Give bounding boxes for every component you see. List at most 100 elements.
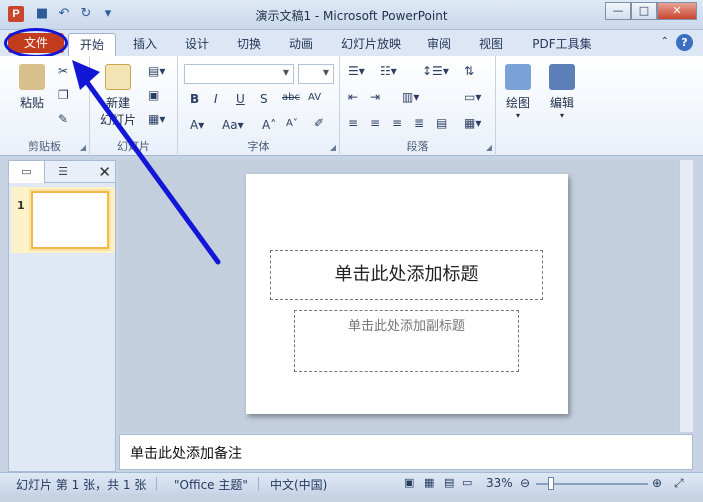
zoom-in-icon[interactable]: ⊕ bbox=[652, 476, 662, 490]
copy-icon[interactable]: ❐ bbox=[58, 88, 69, 102]
grow-font-icon[interactable]: A˄ bbox=[262, 118, 276, 132]
tab-animations[interactable]: 动画 bbox=[280, 33, 322, 56]
align-right-icon[interactable]: ≡ bbox=[392, 116, 402, 130]
char-spacing-icon[interactable]: AV bbox=[308, 92, 321, 103]
font-name-combo[interactable]: ▼ bbox=[184, 64, 294, 84]
fit-window-icon[interactable]: ⤢ bbox=[674, 476, 684, 491]
minimize-button[interactable]: — bbox=[605, 2, 631, 20]
cut-icon[interactable]: ✂ bbox=[58, 64, 68, 78]
find-icon bbox=[549, 64, 575, 90]
group-label-font: 字体 bbox=[247, 140, 270, 153]
outline-tab-icon[interactable]: ☰ bbox=[45, 161, 81, 183]
tab-home[interactable]: 开始 bbox=[68, 33, 116, 56]
title-bar: P ■ ↶ ↻ ▾ 演示文稿1 - Microsoft PowerPoint —… bbox=[0, 0, 703, 30]
shrink-font-icon[interactable]: A˅ bbox=[286, 118, 298, 129]
strikethrough-icon[interactable]: abc bbox=[282, 92, 300, 103]
slide-thumbnail[interactable] bbox=[31, 191, 109, 249]
reset-icon[interactable]: ▣ bbox=[148, 88, 159, 102]
text-direction-icon[interactable]: ⇅ bbox=[464, 64, 474, 78]
group-label-paragraph: 段落 bbox=[406, 140, 429, 153]
window-controls: — □ ✕ bbox=[605, 2, 697, 20]
reading-view-icon[interactable]: ▤ bbox=[444, 476, 454, 489]
slide-canvas[interactable]: 单击此处添加标题 单击此处添加副标题 bbox=[246, 174, 568, 414]
slides-tab-icon[interactable]: ▭ bbox=[9, 161, 45, 183]
group-slides: 新建 幻灯片 ▤▾ ▣ ▦▾ 幻灯片 bbox=[90, 56, 178, 156]
group-drawing: 绘图 ▾ bbox=[496, 56, 540, 156]
justify-icon[interactable]: ≣ bbox=[414, 116, 424, 130]
group-editing: 编辑 ▾ bbox=[540, 56, 584, 156]
align-text-icon[interactable]: ▭▾ bbox=[464, 90, 481, 104]
font-size-combo[interactable]: ▼ bbox=[298, 64, 334, 84]
group-clipboard: 粘贴 ✂ ❐ ✎ 剪贴板 ◢ bbox=[0, 56, 90, 156]
status-bar: 幻灯片 第 1 张，共 1 张 "Office 主题" 中文(中国) ▣ ▦ ▤… bbox=[0, 472, 703, 494]
title-placeholder[interactable]: 单击此处添加标题 bbox=[270, 250, 543, 300]
tab-review[interactable]: 审阅 bbox=[418, 33, 460, 56]
tab-design[interactable]: 设计 bbox=[176, 33, 218, 56]
group-paragraph: ☰▾ ☷▾ ↕☰▾ ⇅ ⇤ ⇥ ▥▾ ▭▾ ≡ ≡ ≡ ≣ ▤ ▦▾ 段落 ◢ bbox=[340, 56, 496, 156]
italic-icon[interactable]: I bbox=[214, 92, 218, 106]
annotation-ring bbox=[4, 28, 68, 58]
underline-icon[interactable]: U bbox=[236, 92, 245, 106]
distribute-icon[interactable]: ▤ bbox=[436, 116, 447, 130]
sorter-view-icon[interactable]: ▦ bbox=[424, 476, 434, 489]
align-center-icon[interactable]: ≡ bbox=[370, 116, 380, 130]
tab-slideshow[interactable]: 幻灯片放映 bbox=[334, 33, 408, 56]
shapes-icon bbox=[505, 64, 531, 90]
language[interactable]: 中文(中国) bbox=[270, 476, 327, 493]
slide-number: 1 bbox=[17, 199, 25, 212]
tab-transitions[interactable]: 切换 bbox=[228, 33, 270, 56]
editing-button[interactable]: 编辑 ▾ bbox=[544, 64, 580, 120]
slideshow-view-icon[interactable]: ▭ bbox=[462, 476, 472, 489]
numbering-icon[interactable]: ☷▾ bbox=[380, 64, 397, 78]
paragraph-launcher-icon[interactable]: ◢ bbox=[486, 143, 492, 152]
tab-pdf-tools[interactable]: PDF工具集 bbox=[524, 33, 600, 56]
layout-icon[interactable]: ▤▾ bbox=[148, 64, 165, 78]
bullets-icon[interactable]: ☰▾ bbox=[348, 64, 365, 78]
subtitle-placeholder[interactable]: 单击此处添加副标题 bbox=[294, 310, 519, 372]
zoom-out-icon[interactable]: ⊖ bbox=[520, 476, 530, 490]
align-left-icon[interactable]: ≡ bbox=[348, 116, 358, 130]
section-icon[interactable]: ▦▾ bbox=[148, 112, 165, 126]
help-icon[interactable]: ? bbox=[676, 34, 693, 51]
dialog-launcher-icon[interactable]: ◢ bbox=[80, 143, 86, 152]
close-button[interactable]: ✕ bbox=[657, 2, 697, 20]
normal-view-icon[interactable]: ▣ bbox=[404, 476, 414, 489]
group-label-clipboard: 剪贴板 bbox=[28, 140, 61, 153]
slide-editing-area: 单击此处添加标题 单击此处添加副标题 bbox=[119, 160, 693, 432]
font-launcher-icon[interactable]: ◢ bbox=[330, 143, 336, 152]
paste-icon bbox=[19, 64, 45, 90]
ribbon: 粘贴 ✂ ❐ ✎ 剪贴板 ◢ 新建 幻灯片 ▤▾ ▣ ▦▾ 幻灯片 ▼ ▼ B … bbox=[0, 56, 703, 156]
tab-insert[interactable]: 插入 bbox=[124, 33, 166, 56]
drawing-button[interactable]: 绘图 ▾ bbox=[500, 64, 536, 120]
slide-info: 幻灯片 第 1 张，共 1 张 bbox=[16, 478, 147, 492]
clear-format-icon[interactable]: ✐ bbox=[314, 116, 324, 130]
paste-button[interactable]: 粘贴 bbox=[14, 64, 50, 111]
minimize-ribbon-icon[interactable]: ⌃ bbox=[661, 36, 669, 47]
slides-panel: ▭ ☰ ✕ 1 bbox=[8, 160, 116, 472]
close-panel-icon[interactable]: ✕ bbox=[98, 163, 111, 181]
smartart-icon[interactable]: ▦▾ bbox=[464, 116, 481, 130]
decrease-indent-icon[interactable]: ⇤ bbox=[348, 90, 358, 104]
notes-pane[interactable]: 单击此处添加备注 bbox=[119, 434, 693, 470]
group-font: ▼ ▼ B I U S abc AV A▾ Aa▾ A˄ A˅ ✐ 字体 ◢ bbox=[178, 56, 340, 156]
shadow-icon[interactable]: S bbox=[260, 92, 268, 106]
increase-indent-icon[interactable]: ⇥ bbox=[370, 90, 380, 104]
format-painter-icon[interactable]: ✎ bbox=[58, 112, 68, 126]
new-slide-button[interactable]: 新建 幻灯片 bbox=[96, 64, 140, 128]
line-spacing-icon[interactable]: ↕☰▾ bbox=[422, 64, 449, 78]
panel-tabs: ▭ ☰ ✕ bbox=[9, 161, 115, 183]
bold-icon[interactable]: B bbox=[190, 92, 199, 106]
tab-view[interactable]: 视图 bbox=[470, 33, 512, 56]
window-title: 演示文稿1 - Microsoft PowerPoint bbox=[255, 9, 448, 23]
change-case-icon[interactable]: Aa▾ bbox=[222, 118, 244, 132]
theme-name: "Office 主题" bbox=[174, 478, 248, 492]
maximize-button[interactable]: □ bbox=[631, 2, 657, 20]
zoom-level[interactable]: 33% bbox=[486, 476, 513, 490]
group-label-slides: 幻灯片 bbox=[117, 140, 150, 153]
ribbon-tabs: 开始 插入 设计 切换 动画 幻灯片放映 审阅 视图 PDF工具集 bbox=[0, 30, 703, 56]
font-color-icon[interactable]: A▾ bbox=[190, 118, 204, 132]
new-slide-icon bbox=[105, 64, 131, 90]
columns-icon[interactable]: ▥▾ bbox=[402, 90, 419, 104]
vertical-scrollbar[interactable] bbox=[679, 160, 693, 432]
zoom-slider-knob[interactable] bbox=[548, 477, 554, 490]
